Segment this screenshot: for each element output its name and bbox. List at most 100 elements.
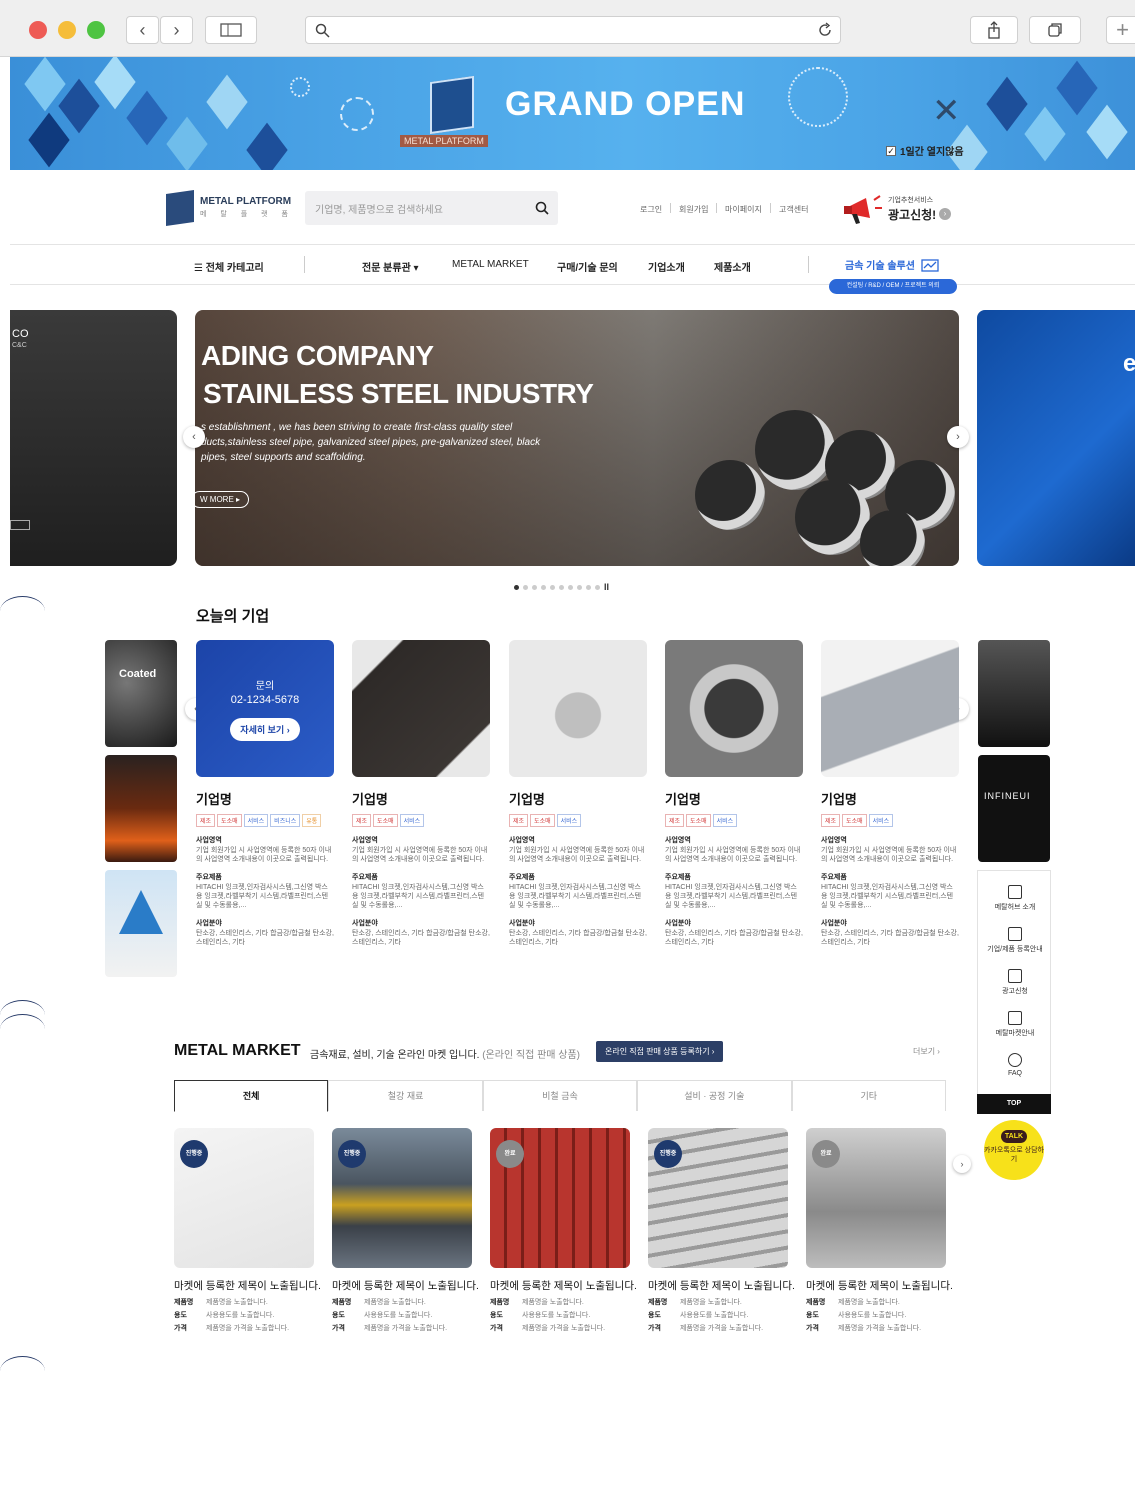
quick-item-about[interactable]: 메탈허브 소개 — [978, 885, 1052, 912]
company-name[interactable]: 기업명 — [196, 789, 334, 808]
dont-show-today-checkbox[interactable]: ✓ 1일간 열지않음 — [886, 143, 964, 158]
hero-prev-button[interactable]: ‹ — [183, 426, 205, 448]
nav-item-solution[interactable]: 금속 기술 솔루션 — [845, 257, 939, 273]
product-image[interactable]: 완료 — [806, 1128, 946, 1268]
nav-item-metal-market[interactable]: METAL MARKET — [452, 259, 529, 270]
quick-item-market[interactable]: 메탈마켓안내 — [978, 1011, 1052, 1038]
search-input[interactable]: 기업명, 제품명으로 검색하세요 — [305, 191, 558, 225]
side-ad-thumb[interactable] — [105, 755, 177, 862]
sidebar-toggle-button[interactable] — [205, 16, 257, 44]
slider-dot[interactable] — [559, 584, 564, 590]
company-name[interactable]: 기업명 — [821, 789, 959, 808]
hero-next-slide-peek[interactable]: e — [977, 310, 1135, 566]
slider-dot[interactable] — [541, 584, 546, 590]
nav-item-companies[interactable]: 기업소개 — [648, 259, 685, 274]
hero-prev-slide-peek[interactable]: CO C&C — [10, 310, 177, 566]
slider-dot[interactable] — [532, 584, 537, 590]
product-image[interactable]: 완료 — [490, 1128, 630, 1268]
company-image[interactable] — [509, 640, 647, 777]
slider-dot[interactable] — [595, 584, 600, 590]
scroll-top-button[interactable]: TOP — [977, 1094, 1051, 1114]
new-tab-button[interactable]: + — [1106, 16, 1135, 44]
side-ad-thumb[interactable]: Coated — [105, 640, 177, 747]
side-ad-thumb[interactable] — [978, 640, 1050, 747]
mypage-link[interactable]: 마이페이지 — [725, 204, 762, 215]
company-card[interactable]: 문의 02-1234-5678 자세히 보기 › 기업명 제조 도소매 서비스 비즈니스 유통 사… — [196, 640, 334, 947]
forward-button[interactable]: › — [160, 16, 193, 44]
quick-item-faq[interactable]: FAQ — [978, 1053, 1052, 1077]
slider-dot[interactable] — [568, 584, 573, 590]
address-bar[interactable] — [305, 16, 841, 44]
grand-open-banner[interactable]: METAL PLATFORM GRAND OPEN ✕ ✓ 1일간 열지않음 — [10, 57, 1135, 170]
company-name[interactable]: 기업명 — [352, 789, 490, 808]
company-image[interactable] — [352, 640, 490, 777]
slider-dot[interactable] — [514, 584, 519, 590]
hero-slide[interactable]: ADING COMPANY STAINLESS STEEL INDUSTRY s… — [195, 310, 959, 566]
product-title[interactable]: 마켓에 등록한 제목이 노출됩니다. — [490, 1278, 637, 1293]
minimize-window-dot[interactable] — [58, 21, 76, 39]
company-name[interactable]: 기업명 — [665, 789, 803, 808]
company-name[interactable]: 기업명 — [509, 789, 647, 808]
solution-pill[interactable]: 컨설팅 / R&D / OEM / 프로젝트 의뢰 — [829, 279, 957, 294]
quick-item-register[interactable]: 기업/제품 등록안내 — [978, 927, 1052, 954]
back-button[interactable]: ‹ — [126, 16, 159, 44]
company-card[interactable]: 기업명 제조 도소매 서비스 사업영역 기업 회원가입 시 사업영역에 등록한 50자 이… — [352, 640, 490, 947]
slider-dot[interactable] — [523, 584, 528, 590]
product-image[interactable]: 진행중 — [174, 1128, 314, 1268]
nav-item-inquiry[interactable]: 구매/기술 문의 — [557, 259, 618, 274]
nav-item-products[interactable]: 제품소개 — [714, 259, 751, 274]
company-image[interactable]: 문의 02-1234-5678 자세히 보기 › — [196, 640, 334, 777]
product-title[interactable]: 마켓에 등록한 제목이 노출됩니다. — [648, 1278, 795, 1293]
checkbox-icon[interactable]: ✓ — [886, 145, 896, 156]
ad-apply-link[interactable]: 광고신청! — [888, 206, 936, 223]
tab-all[interactable]: 전체 — [174, 1080, 329, 1112]
market-product-card[interactable]: 진행중 마켓에 등록한 제목이 노출됩니다. 제품명 제품명을 노출합니다. 용도 사용용… — [174, 1128, 321, 1333]
company-image[interactable] — [821, 640, 959, 777]
market-product-card[interactable]: 완료 마켓에 등록한 제목이 노출됩니다. 제품명 제품명을 노출합니다. 용도 사용용도… — [806, 1128, 953, 1333]
chevron-right-icon[interactable]: › — [939, 208, 951, 220]
site-logo-title[interactable]: METAL PLATFORM — [200, 196, 291, 207]
side-ad-thumb[interactable]: INFINEUI — [978, 755, 1050, 862]
zoom-window-dot[interactable] — [87, 21, 105, 39]
side-ad-thumb[interactable] — [105, 870, 177, 977]
search-icon[interactable] — [535, 201, 549, 215]
more-link[interactable]: 더보기 › — [913, 1046, 940, 1057]
kakao-chat-button[interactable]: TALK 카카오톡으로 상담하기 — [984, 1120, 1044, 1180]
register-product-button[interactable]: 온라인 직접 판매 상품 등록하기 › — [596, 1041, 724, 1062]
company-card[interactable]: 기업명 제조 도소매 서비스 사업영역 기업 회원가입 시 사업영역에 등록한 50자 이… — [509, 640, 647, 947]
hero-next-button[interactable]: › — [947, 426, 969, 448]
slider-dot[interactable] — [577, 584, 582, 590]
tab-equipment[interactable]: 설비 · 공정 기술 — [637, 1080, 792, 1111]
market-product-card[interactable]: 완료 마켓에 등록한 제목이 노출됩니다. 제품명 제품명을 노출합니다. 용도 사용용도… — [490, 1128, 637, 1333]
view-more-button[interactable]: W MORE ▸ — [195, 491, 250, 508]
tab-steel[interactable]: 철강 재료 — [328, 1080, 483, 1111]
login-link[interactable]: 로그인 — [640, 204, 662, 215]
product-title[interactable]: 마켓에 등록한 제목이 노출됩니다. — [806, 1278, 953, 1293]
megaphone-icon[interactable] — [842, 192, 886, 226]
product-title[interactable]: 마켓에 등록한 제목이 노출됩니다. — [332, 1278, 479, 1293]
slider-dot[interactable] — [586, 584, 591, 590]
site-logo-icon[interactable] — [166, 190, 194, 226]
share-button[interactable] — [970, 16, 1018, 44]
tab-etc[interactable]: 기타 — [791, 1080, 946, 1111]
market-next-button[interactable]: › — [953, 1155, 971, 1173]
tab-nonferrous[interactable]: 비철 금속 — [482, 1080, 638, 1111]
customer-center-link[interactable]: 고객센터 — [779, 204, 808, 215]
company-card[interactable]: 기업명 제조 도소매 서비스 사업영역 기업 회원가입 시 사업영역에 등록한 50자 이… — [821, 640, 959, 947]
pause-icon[interactable]: II — [604, 582, 609, 592]
close-window-dot[interactable] — [29, 21, 47, 39]
quick-item-ad[interactable]: 광고신청 — [978, 969, 1052, 996]
reload-icon[interactable] — [817, 22, 833, 38]
market-product-card[interactable]: 진행중 마켓에 등록한 제목이 노출됩니다. 제품명 제품명을 노출합니다. 용도 사용용… — [648, 1128, 795, 1333]
tabs-button[interactable] — [1029, 16, 1081, 44]
nav-item-specialty[interactable]: 전문 분류관 ▾ — [362, 259, 419, 274]
product-title[interactable]: 마켓에 등록한 제목이 노출됩니다. — [174, 1278, 321, 1293]
product-image[interactable]: 진행중 — [648, 1128, 788, 1268]
all-categories-menu[interactable]: ☰ 전체 카테고리 — [194, 259, 264, 274]
detail-button[interactable]: 자세히 보기 › — [230, 717, 300, 741]
market-product-card[interactable]: 진행중 마켓에 등록한 제목이 노출됩니다. 제품명 제품명을 노출합니다. 용도 사용용… — [332, 1128, 479, 1333]
slider-dot[interactable] — [550, 584, 555, 590]
close-icon[interactable]: ✕ — [932, 91, 961, 131]
signup-link[interactable]: 회원가입 — [679, 204, 708, 215]
company-image[interactable] — [665, 640, 803, 777]
